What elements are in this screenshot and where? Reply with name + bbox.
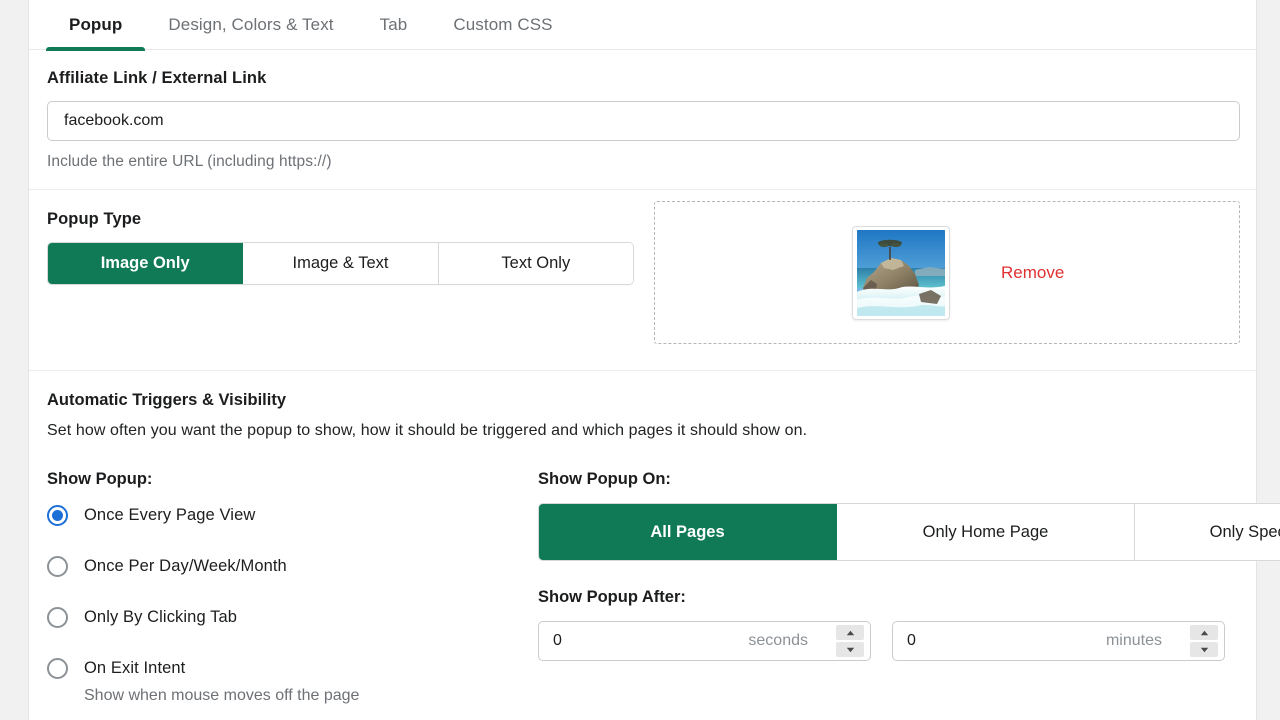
tab-bar: Popup Design, Colors & Text Tab Custom C… bbox=[29, 0, 1256, 51]
delay-minutes-unit: minutes bbox=[1105, 632, 1162, 649]
show-popup-on-column: Show Popup On: All Pages Only Home Page … bbox=[538, 470, 1280, 705]
segment-label: Text Only bbox=[501, 254, 571, 272]
image-thumbnail-frame bbox=[852, 225, 950, 320]
segment-label: All Pages bbox=[650, 522, 725, 541]
segment-label: Image & Text bbox=[292, 254, 389, 272]
image-dropzone[interactable]: Remove bbox=[654, 201, 1240, 344]
delay-minutes-stepper bbox=[1190, 625, 1218, 657]
radio-only-by-clicking-tab[interactable]: Only By Clicking Tab bbox=[47, 605, 538, 629]
coastal-cypress-image bbox=[857, 229, 945, 316]
radio-once-every-page-view[interactable]: Once Every Page View bbox=[47, 503, 538, 527]
show-popup-label: Show Popup: bbox=[47, 470, 153, 488]
pages-option-all-pages[interactable]: All Pages bbox=[539, 504, 837, 560]
popup-type-option-image-and-text[interactable]: Image & Text bbox=[243, 243, 439, 284]
popup-type-option-image-only[interactable]: Image Only bbox=[48, 243, 244, 284]
tab-label: Custom CSS bbox=[453, 15, 553, 34]
image-thumbnail bbox=[857, 229, 945, 316]
tab-popup[interactable]: Popup bbox=[46, 0, 146, 51]
delay-seconds-stepper bbox=[836, 625, 864, 657]
radio-on-exit-intent[interactable]: On Exit Intent bbox=[47, 656, 538, 680]
show-popup-on-label: Show Popup On: bbox=[538, 470, 671, 488]
delay-seconds-input[interactable] bbox=[539, 623, 739, 659]
settings-card: Popup Design, Colors & Text Tab Custom C… bbox=[28, 0, 1280, 720]
page-root: Popup Design, Colors & Text Tab Custom C… bbox=[0, 0, 1280, 720]
radio-button-icon[interactable] bbox=[47, 606, 68, 628]
tab-tab[interactable]: Tab bbox=[357, 0, 431, 50]
affiliate-link-label: Affiliate Link / External Link bbox=[47, 69, 267, 87]
triggers-title: Automatic Triggers & Visibility bbox=[47, 391, 287, 409]
show-popup-column: Show Popup: Once Every Page View Once Pe… bbox=[47, 470, 538, 705]
automatic-triggers-section: Automatic Triggers & Visibility Set how … bbox=[29, 371, 1280, 720]
tab-custom-css[interactable]: Custom CSS bbox=[430, 0, 575, 50]
affiliate-link-section: Affiliate Link / External Link Include t… bbox=[29, 50, 1256, 190]
show-popup-radio-group: Once Every Page View Once Per Day/Week/M… bbox=[47, 503, 538, 705]
popup-type-label: Popup Type bbox=[47, 210, 142, 228]
radio-button-icon[interactable] bbox=[47, 657, 68, 679]
segment-label: Image Only bbox=[100, 254, 190, 272]
stepper-up-icon[interactable] bbox=[836, 625, 864, 640]
radio-button-icon[interactable] bbox=[47, 555, 68, 577]
popup-type-section: Popup Type Image Only Image & Text Text … bbox=[29, 190, 1256, 371]
radio-once-per-day-week-month[interactable]: Once Per Day/Week/Month bbox=[47, 554, 538, 578]
pages-option-only-home-page[interactable]: Only Home Page bbox=[837, 504, 1135, 560]
radio-button-icon[interactable] bbox=[47, 504, 68, 526]
radio-label: On Exit Intent bbox=[84, 658, 186, 677]
tab-label: Popup bbox=[69, 15, 123, 34]
popup-type-segmented-control: Image Only Image & Text Text Only bbox=[47, 242, 634, 285]
on-exit-intent-description: Show when mouse moves off the page bbox=[84, 687, 360, 704]
affiliate-link-hint: Include the entire URL (including https:… bbox=[47, 153, 332, 170]
delay-seconds-spinner[interactable]: seconds bbox=[538, 621, 871, 661]
stepper-down-icon[interactable] bbox=[1190, 642, 1218, 657]
show-popup-after-label: Show Popup After: bbox=[538, 588, 686, 606]
delay-seconds-unit: seconds bbox=[748, 632, 808, 649]
tab-label: Design, Colors & Text bbox=[168, 15, 334, 34]
popup-type-option-text-only[interactable]: Text Only bbox=[438, 243, 633, 284]
segment-label: Only Home Page bbox=[922, 522, 1049, 541]
radio-label: Once Per Day/Week/Month bbox=[84, 556, 287, 575]
affiliate-link-input[interactable] bbox=[47, 101, 1240, 141]
delay-minutes-input[interactable] bbox=[893, 623, 1093, 659]
tab-label: Tab bbox=[379, 15, 408, 34]
tab-design-colors-text[interactable]: Design, Colors & Text bbox=[145, 0, 356, 50]
delay-inputs-row: seconds bbox=[538, 621, 1238, 661]
delay-minutes-spinner[interactable]: minutes bbox=[892, 621, 1225, 661]
stepper-up-icon[interactable] bbox=[1190, 625, 1218, 640]
show-popup-on-segmented-control: All Pages Only Home Page Only Specific P… bbox=[538, 503, 1280, 561]
remove-image-link[interactable]: Remove bbox=[1001, 263, 1064, 283]
stepper-down-icon[interactable] bbox=[836, 642, 864, 657]
triggers-description: Set how often you want the popup to show… bbox=[47, 422, 808, 439]
radio-label: Only By Clicking Tab bbox=[84, 607, 238, 626]
pages-option-only-specific-pages[interactable]: Only Specific Pages bbox=[1135, 504, 1280, 560]
radio-label: Once Every Page View bbox=[84, 505, 256, 524]
segment-label: Only Specific Pages bbox=[1209, 522, 1280, 541]
